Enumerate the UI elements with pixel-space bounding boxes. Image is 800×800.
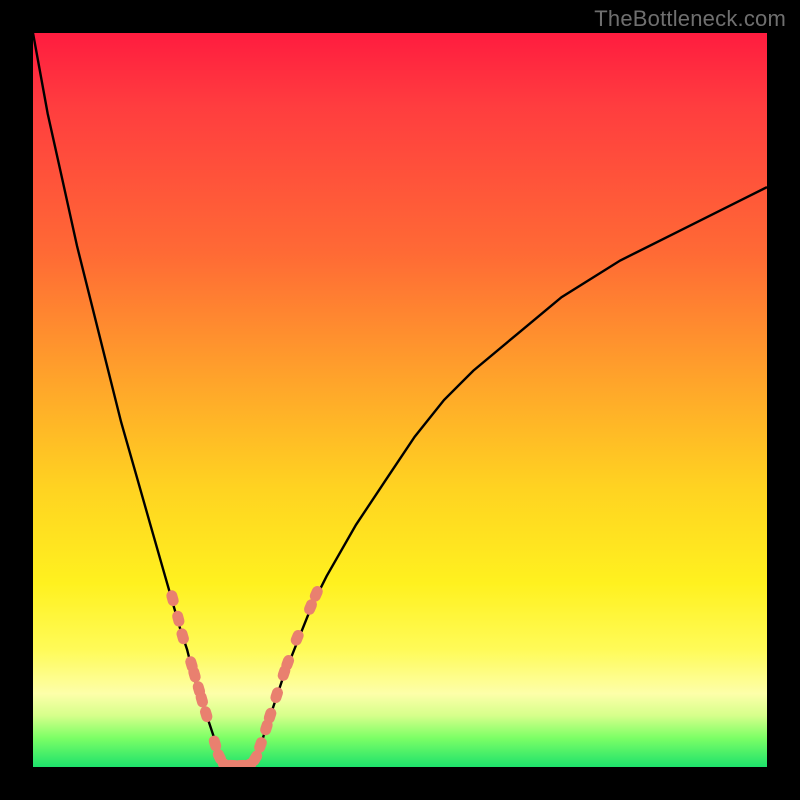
marker-point (175, 627, 190, 645)
marker-group (165, 584, 325, 767)
marker-point (165, 589, 180, 607)
bottleneck-curve (33, 33, 767, 767)
plot-area (33, 33, 767, 767)
watermark-text: TheBottleneck.com (594, 6, 786, 32)
curve-svg (33, 33, 767, 767)
marker-point (269, 686, 284, 705)
marker-point (171, 610, 186, 628)
chart-frame: TheBottleneck.com (0, 0, 800, 800)
marker-point (199, 705, 214, 723)
